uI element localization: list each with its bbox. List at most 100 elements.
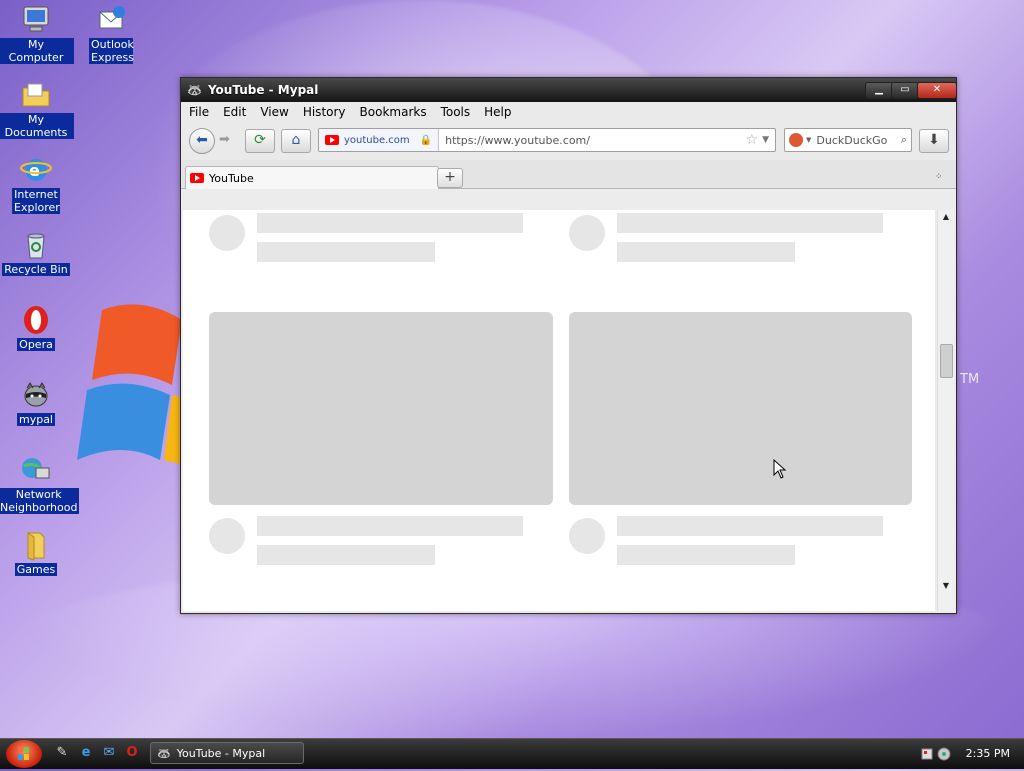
desktop-icon-label: Outlook Express [89, 38, 134, 64]
new-tab-button[interactable]: + [437, 168, 463, 188]
recycle-bin-icon [20, 229, 52, 261]
menu-file[interactable]: File [189, 105, 209, 119]
title-placeholder [257, 516, 523, 536]
title-placeholder [617, 213, 883, 233]
bookmark-star-icon[interactable]: ☆ [746, 132, 759, 148]
windows-logo-icon [18, 747, 29, 760]
menu-tools[interactable]: Tools [441, 105, 471, 119]
search-icon[interactable]: ⌕ [901, 133, 907, 147]
menu-bar: File Edit View History Bookmarks Tools H… [181, 102, 956, 122]
page-content[interactable] [183, 210, 935, 611]
vertical-scrollbar[interactable]: ▲ ▼ [937, 210, 954, 611]
window-title: YouTube - Mypal [207, 83, 319, 97]
desktop-icon-label: mypal [16, 413, 55, 426]
scroll-down-arrow-icon[interactable]: ▼ [938, 579, 954, 593]
menu-bookmarks[interactable]: Bookmarks [360, 105, 427, 119]
search-input[interactable]: DuckDuckGo [816, 134, 900, 147]
tab-overflow-icon[interactable]: ⁘ [935, 172, 943, 182]
downloads-button[interactable]: ⬇ [919, 129, 949, 153]
desktop-icon-mypal[interactable]: mypal [0, 379, 74, 426]
mypal-raccoon-icon: 🦝 [157, 746, 171, 760]
avatar-placeholder [569, 518, 605, 554]
youtube-logo-icon [325, 135, 339, 145]
scroll-up-arrow-icon[interactable]: ▲ [938, 210, 954, 224]
system-tray-network-icon[interactable] [920, 746, 954, 762]
desktop-icon-internet-explorer[interactable]: e Internet Explorer [0, 154, 74, 214]
quicklaunch-ie-icon[interactable]: e [78, 745, 94, 761]
taskbar: ✎ e ✉ O 🦝 YouTube - Mypal 2:35 PM [0, 738, 1024, 769]
navigation-toolbar: ⬅ ➡ ⟳ ⌂ youtube.com 🔒 https://www.youtub… [181, 122, 956, 160]
mypal-raccoon-icon [20, 379, 52, 411]
title-placeholder [257, 213, 523, 233]
scrollbar-thumb[interactable] [940, 344, 953, 378]
video-thumbnail-placeholder [209, 312, 553, 505]
reload-button[interactable]: ⟳ [245, 129, 275, 153]
ie-icon: e [20, 154, 52, 186]
desktop-icon-label: My Computer [0, 38, 74, 64]
url-dropdown-icon[interactable]: ▼ [762, 135, 769, 145]
youtube-favicon-icon [190, 173, 204, 183]
quicklaunch-outlook-icon[interactable]: ✉ [101, 745, 117, 761]
desktop-icon-label: Network Neighborhood [0, 488, 80, 514]
tab-youtube[interactable]: YouTube [185, 166, 439, 189]
desktop-icon-my-documents[interactable]: My Documents [0, 79, 74, 139]
avatar-placeholder [209, 518, 245, 554]
maximize-button[interactable]: ▭ [891, 82, 919, 99]
opera-icon [20, 304, 52, 336]
site-identity-label: youtube.com [344, 134, 410, 146]
minimize-button[interactable]: ▁ [865, 82, 893, 99]
menu-help[interactable]: Help [484, 105, 511, 119]
browser-window: 🦝 YouTube - Mypal ▁ ▭ ✕ File Edit View H… [180, 77, 957, 614]
meta-placeholder [257, 242, 435, 262]
tab-title: YouTube [209, 171, 254, 185]
tab-strip: YouTube + ⁘ [181, 160, 956, 189]
start-button[interactable] [6, 740, 42, 768]
desktop-icon-label: Internet Explorer [12, 188, 60, 214]
mouse-cursor-icon [773, 459, 787, 479]
meta-placeholder [257, 545, 435, 565]
desktop-icon-network-neighborhood[interactable]: Network Neighborhood [0, 454, 80, 514]
system-clock[interactable]: 2:35 PM [966, 747, 1010, 760]
mypal-raccoon-icon: 🦝 [187, 83, 202, 97]
outlook-icon [95, 4, 127, 36]
title-bar[interactable]: 🦝 YouTube - Mypal ▁ ▭ ✕ [181, 78, 957, 102]
quicklaunch-opera-icon[interactable]: O [124, 745, 140, 761]
menu-edit[interactable]: Edit [223, 105, 246, 119]
back-button[interactable]: ⬅ [189, 128, 215, 154]
computer-icon [20, 4, 52, 36]
title-placeholder [617, 516, 883, 536]
site-identity[interactable]: youtube.com 🔒 [319, 129, 440, 151]
video-thumbnail-placeholder [569, 312, 912, 505]
desktop-icon-label: My Documents [0, 113, 74, 139]
desktop-icon-games[interactable]: Games [0, 529, 74, 576]
menu-history[interactable]: History [303, 105, 346, 119]
menu-view[interactable]: View [260, 105, 288, 119]
desktop-icon-my-computer[interactable]: My Computer [0, 4, 74, 64]
lock-icon: 🔒 [419, 134, 433, 146]
windows-flag-logo [77, 304, 192, 465]
url-bar[interactable]: youtube.com 🔒 https://www.youtube.com/ ☆… [318, 128, 776, 152]
quicklaunch-show-desktop-icon[interactable]: ✎ [54, 745, 70, 761]
close-button[interactable]: ✕ [917, 82, 957, 99]
games-folder-icon [20, 529, 52, 561]
taskbar-window-label: YouTube - Mypal [176, 746, 266, 760]
desktop-icon-opera[interactable]: Opera [0, 304, 74, 351]
search-engine-dropdown-icon[interactable]: ▼ [806, 136, 811, 144]
avatar-placeholder [569, 215, 605, 251]
forward-button[interactable]: ➡ [219, 132, 230, 147]
search-bar[interactable]: ▼ DuckDuckGo ⌕ [784, 128, 912, 152]
folder-documents-icon [20, 79, 52, 111]
desktop-icon-recycle-bin[interactable]: Recycle Bin [0, 229, 74, 276]
desktop-icon-outlook-express[interactable]: Outlook Express [73, 4, 149, 64]
desktop-icon-label: Opera [17, 338, 55, 351]
duckduckgo-icon [789, 133, 803, 147]
meta-placeholder [617, 545, 795, 565]
url-input[interactable]: https://www.youtube.com/ [439, 134, 745, 147]
taskbar-window-button[interactable]: 🦝 YouTube - Mypal [150, 742, 304, 764]
network-icon [20, 454, 52, 486]
home-button[interactable]: ⌂ [281, 129, 311, 153]
wallpaper-trademark: TM [960, 372, 980, 387]
avatar-placeholder [209, 215, 245, 251]
desktop-icon-label: Recycle Bin [2, 263, 70, 276]
desktop-icon-label: Games [14, 563, 58, 576]
